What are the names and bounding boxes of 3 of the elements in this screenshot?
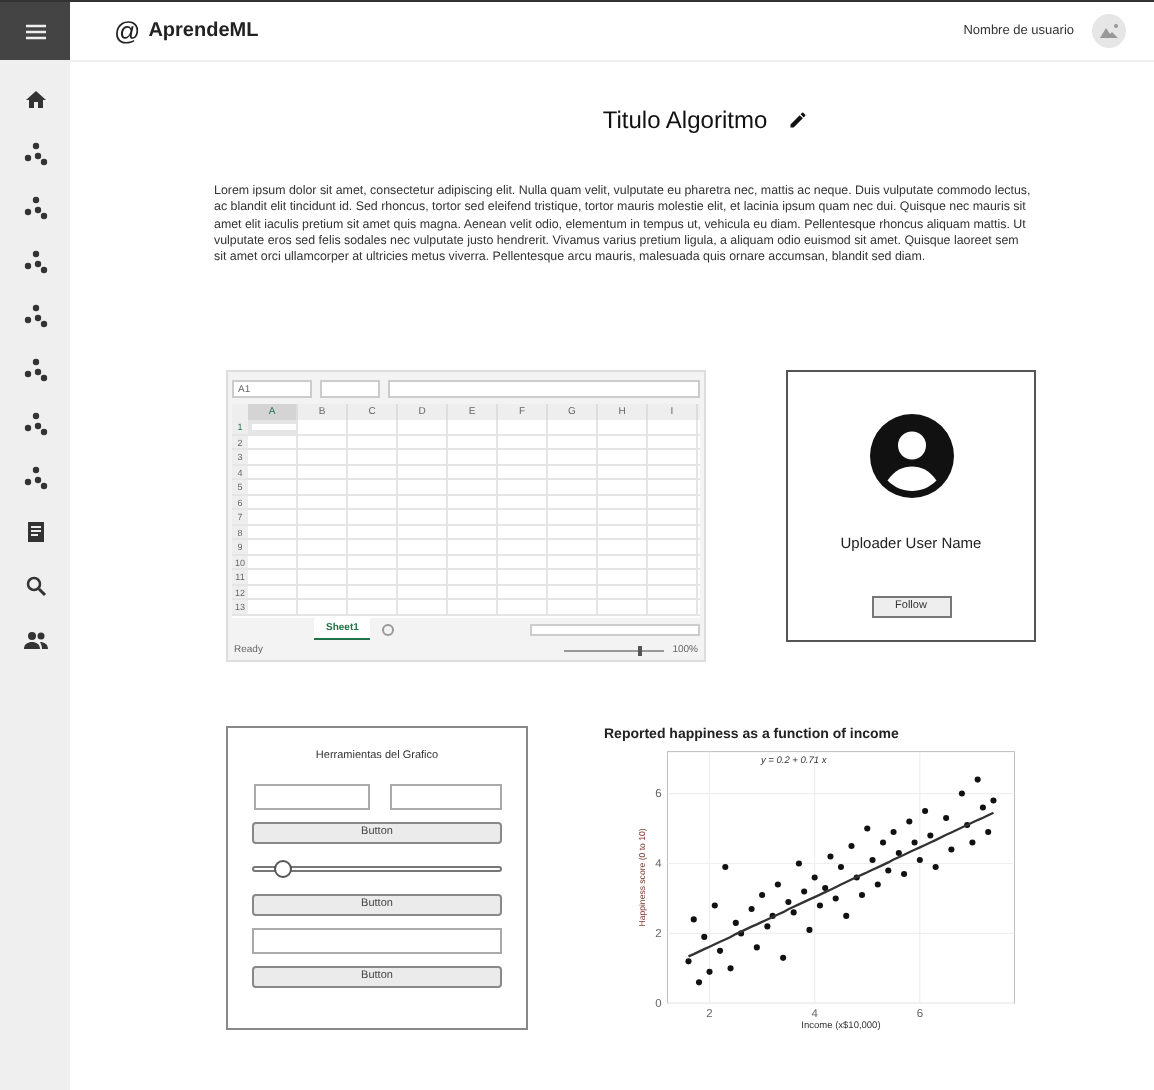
logo-mark: @ bbox=[114, 13, 141, 50]
page-title: Titulo Algoritmo bbox=[602, 104, 768, 138]
brand-name: AprendeML bbox=[148, 18, 259, 46]
